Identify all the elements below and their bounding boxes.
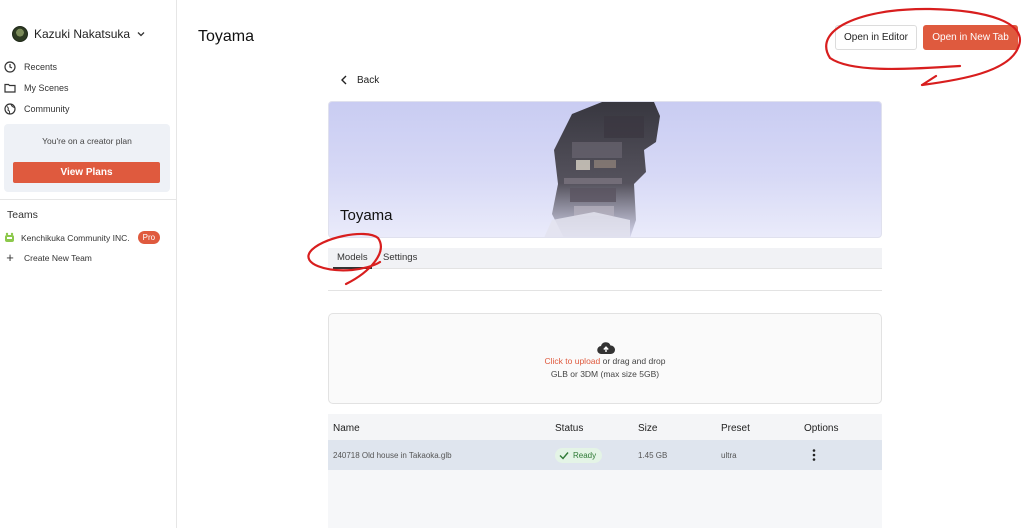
click-to-upload-link[interactable]: Click to upload: [545, 356, 601, 366]
model-preview-image: [544, 102, 660, 237]
tab-settings[interactable]: Settings: [383, 248, 417, 269]
team-name: Kenchikuka Community INC.: [21, 232, 130, 243]
cloud-upload-icon: [597, 342, 615, 355]
upload-instruction: Click to upload or drag and drop: [329, 356, 881, 366]
upload-dropzone[interactable]: Click to upload or drag and drop GLB or …: [328, 313, 882, 404]
sidebar-item-recents[interactable]: Recents: [4, 56, 172, 77]
more-options-icon[interactable]: [808, 448, 820, 462]
column-header-size: Size: [638, 423, 658, 434]
globe-icon: [4, 102, 16, 115]
pro-badge: Pro: [137, 231, 161, 244]
model-size: 1.45 GB: [638, 451, 668, 460]
table-row[interactable]: 240718 Old house in Takaoka.glb Ready 1.…: [328, 440, 882, 470]
column-header-status: Status: [555, 423, 584, 434]
user-menu[interactable]: Kazuki Nakatsuka: [12, 24, 146, 44]
models-table: Name Status Size Preset Options 240718 O…: [328, 414, 882, 528]
teams-heading: Teams: [7, 209, 38, 221]
tab-models[interactable]: Models: [333, 248, 372, 269]
user-name: Kazuki Nakatsuka: [34, 27, 131, 41]
sidebar: Kazuki Nakatsuka Recents My Scenes Commu…: [0, 0, 177, 528]
plus-icon: +: [6, 250, 14, 265]
check-icon: [559, 452, 569, 460]
scene-title: Toyama: [340, 207, 393, 224]
folder-icon: [4, 83, 16, 93]
scene-banner: Toyama: [328, 101, 882, 238]
plan-card: You're on a creator plan View Plans: [4, 124, 170, 192]
column-header-preset: Preset: [721, 423, 750, 434]
upload-hint: GLB or 3DM (max size 5GB): [550, 369, 660, 379]
upload-text: or drag and drop: [602, 356, 666, 366]
plan-text: You're on a creator plan: [42, 136, 132, 146]
team-item-kenchikuka[interactable]: Kenchikuka Community INC. Pro: [4, 230, 161, 245]
model-name: 240718 Old house in Takaoka.glb: [333, 451, 452, 460]
tab-bar: Models Settings: [328, 248, 882, 269]
sidebar-item-community[interactable]: Community: [4, 98, 172, 119]
clock-icon: [4, 60, 16, 73]
view-plans-button[interactable]: View Plans: [13, 162, 160, 183]
status-text: Ready: [573, 451, 597, 460]
back-label: Back: [357, 74, 380, 86]
column-header-name: Name: [333, 423, 360, 434]
create-team-label: Create New Team: [24, 253, 92, 263]
sidebar-item-label: Recents: [24, 61, 58, 72]
open-in-new-tab-button[interactable]: Open in New Tab: [923, 25, 1018, 50]
sidebar-item-label: Community: [24, 103, 70, 114]
team-logo-icon: [5, 232, 14, 242]
avatar: [12, 26, 28, 42]
chevron-down-icon: [137, 32, 145, 37]
chevron-left-icon: [341, 75, 347, 85]
sidebar-item-my-scenes[interactable]: My Scenes: [4, 77, 172, 98]
open-in-editor-button[interactable]: Open in Editor: [835, 25, 917, 50]
divider: [328, 290, 882, 291]
sidebar-nav: Recents My Scenes Community: [4, 56, 172, 119]
divider: [0, 199, 176, 200]
create-new-team-button[interactable]: + Create New Team: [4, 251, 92, 265]
column-header-options: Options: [804, 423, 839, 434]
page-title: Toyama: [198, 28, 255, 45]
table-header: Name Status Size Preset Options: [328, 414, 882, 440]
back-link[interactable]: Back: [340, 73, 379, 87]
model-preset: ultra: [721, 451, 737, 460]
sidebar-item-label: My Scenes: [24, 82, 69, 93]
status-badge: Ready: [555, 448, 603, 463]
